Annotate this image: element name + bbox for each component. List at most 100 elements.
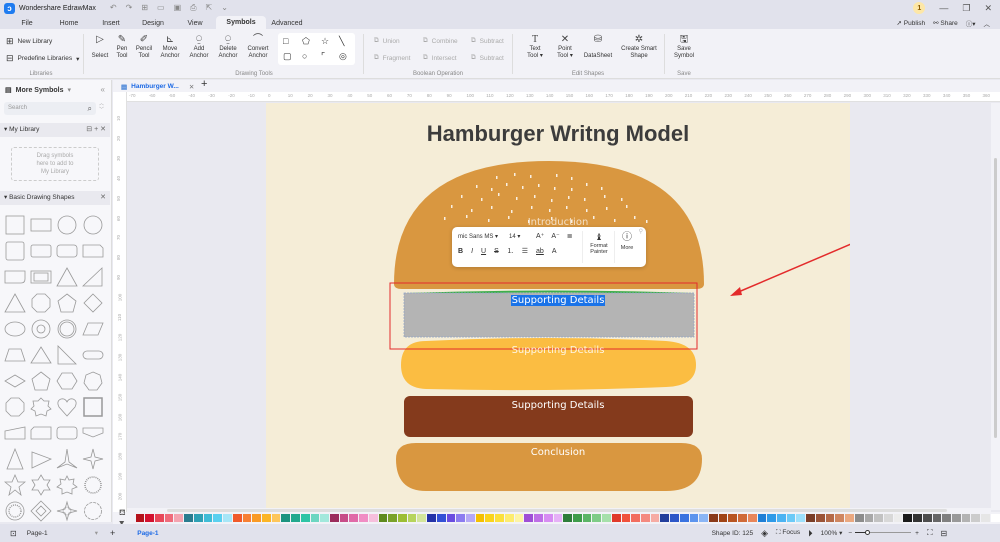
arc-shape-icon[interactable]: ⌜ <box>321 51 325 62</box>
subtract-button[interactable]: ⧉ Subtract <box>471 37 504 45</box>
color-swatch[interactable] <box>650 514 660 522</box>
menu-advanced[interactable]: Advanced <box>266 20 308 29</box>
font-size-select[interactable]: 14 ▾ <box>509 233 529 240</box>
circle-shape-icon[interactable] <box>82 214 104 236</box>
notification-badge[interactable]: 1 <box>913 2 926 14</box>
font-family-select[interactable]: mic Sans MS ▾ <box>458 233 502 240</box>
six-point-star-shape-icon[interactable] <box>30 474 52 496</box>
fit-page-icon[interactable]: ⊟ <box>941 529 948 538</box>
pentagon-shape-icon[interactable] <box>30 370 52 392</box>
tall-triangle-shape-icon[interactable] <box>4 448 26 470</box>
color-swatch[interactable] <box>796 514 806 522</box>
bold-icon[interactable]: B <box>458 248 463 255</box>
zoom-in-icon[interactable]: + <box>915 530 919 537</box>
color-swatch[interactable] <box>767 514 777 522</box>
color-swatch[interactable] <box>757 514 767 522</box>
color-swatch[interactable] <box>135 514 145 522</box>
color-swatch[interactable] <box>281 514 291 522</box>
frame-shape-icon[interactable] <box>30 266 52 288</box>
color-swatch[interactable] <box>553 514 563 522</box>
point-tool-button[interactable]: ✕ Point Tool ▾ <box>553 34 577 60</box>
menu-symbols[interactable]: Symbols <box>216 16 266 29</box>
move-anchor-button[interactable]: ⊾ Move Anchor <box>158 34 182 60</box>
color-swatch[interactable] <box>213 514 223 522</box>
color-swatch[interactable] <box>339 514 349 522</box>
color-swatch[interactable] <box>718 514 728 522</box>
color-swatch[interactable] <box>514 514 524 522</box>
zoom-select[interactable]: 100% ▾ <box>821 529 843 537</box>
color-swatch[interactable] <box>971 514 981 522</box>
capsule-shape-icon[interactable] <box>82 344 104 366</box>
page-tab[interactable]: Page-1 <box>137 530 158 537</box>
layer-label-patty[interactable]: Supporting Details <box>266 400 850 411</box>
intersect-button[interactable]: ⧉ Intersect <box>423 54 457 62</box>
menu-design[interactable]: Design <box>132 20 174 29</box>
predefine-libraries-button[interactable]: ⊟ Predefine Libraries ▾ <box>6 53 79 64</box>
color-swatch[interactable] <box>961 514 971 522</box>
text-highlight-icon[interactable]: ab <box>536 248 544 255</box>
three-point-star-shape-icon[interactable] <box>56 448 78 470</box>
layer-label-cheese[interactable]: Supporting Details <box>266 345 850 356</box>
color-swatch[interactable] <box>524 514 534 522</box>
close-section-icon[interactable]: ✕ <box>100 126 106 133</box>
color-swatch[interactable] <box>913 514 922 522</box>
focus-button[interactable]: ⛶ Focus <box>776 529 800 537</box>
new-library-button[interactable]: ⊞ New Library <box>6 36 52 47</box>
color-swatch[interactable] <box>602 514 611 522</box>
publish-button[interactable]: ➚ Publish <box>897 19 926 27</box>
parallelogram-shape-icon[interactable] <box>82 318 104 340</box>
color-swatch[interactable] <box>407 514 417 522</box>
rounded-square-shape-icon[interactable] <box>4 240 26 262</box>
color-swatch[interactable] <box>184 514 193 522</box>
basic-drawing-shapes-section[interactable]: ▾ Basic Drawing Shapes ✕ <box>0 191 110 205</box>
color-swatch[interactable] <box>446 514 456 522</box>
search-icon[interactable]: ⌕ <box>88 102 92 115</box>
color-swatch[interactable] <box>563 514 572 522</box>
color-swatch[interactable] <box>990 514 1000 522</box>
ring-burst-shape-icon[interactable] <box>4 500 26 522</box>
color-swatch[interactable] <box>932 514 942 522</box>
save-icon[interactable]: ▣ <box>174 3 182 13</box>
page-selector[interactable]: Page-1 <box>27 530 77 537</box>
diamond-in-circle-shape-icon[interactable] <box>30 500 52 522</box>
strikethrough-icon[interactable]: S <box>494 248 499 255</box>
color-swatch[interactable] <box>825 514 835 522</box>
scroll-updown-icon[interactable]: ︿ ﹀ <box>99 101 104 113</box>
color-swatch[interactable] <box>475 514 485 522</box>
document-tab[interactable]: ▤ Hamburger W... ✕ <box>121 81 194 92</box>
octagon-shape-icon[interactable] <box>30 292 52 314</box>
create-smart-shape-button[interactable]: ✲ Create Smart Shape <box>617 34 661 60</box>
star-shape-icon[interactable]: ☆ <box>321 36 329 47</box>
color-swatch[interactable] <box>747 514 757 522</box>
undo-icon[interactable]: ↶ <box>110 3 117 13</box>
color-swatch[interactable] <box>922 514 932 522</box>
underline-icon[interactable]: U <box>481 248 486 255</box>
triangle-shape-icon[interactable] <box>4 292 26 314</box>
color-swatch[interactable] <box>291 514 300 522</box>
color-swatch[interactable] <box>388 514 397 522</box>
color-swatch[interactable] <box>398 514 407 522</box>
combine-button[interactable]: ⧉ Combine <box>423 37 458 45</box>
collapse-ribbon-icon[interactable]: ︿ <box>984 18 991 28</box>
color-swatch[interactable] <box>349 514 359 522</box>
burst-shape-icon[interactable] <box>82 474 104 496</box>
rounded-rectangle-shape-icon[interactable] <box>30 240 52 262</box>
pen-tool-button[interactable]: ✎ Pen Tool <box>114 34 130 60</box>
color-swatch[interactable] <box>864 514 874 522</box>
rounded-rectangle-shape-icon[interactable] <box>56 422 78 444</box>
subtract-2-button[interactable]: ⧉ Subtract <box>471 54 504 62</box>
pencil-tool-button[interactable]: ✐ Pencil Tool <box>134 34 154 60</box>
octagon-shape-icon[interactable] <box>4 396 26 418</box>
color-swatch[interactable] <box>232 514 242 522</box>
color-swatch[interactable] <box>893 514 903 522</box>
more-button[interactable]: ⓘ More <box>616 231 638 251</box>
color-swatch[interactable] <box>359 514 368 522</box>
play-icon[interactable]: ⏵ <box>808 528 813 539</box>
color-swatch[interactable] <box>203 514 213 522</box>
more-symbols-header[interactable]: ▤ More Symbols ▾ <box>5 86 71 95</box>
color-swatch[interactable] <box>611 514 621 522</box>
page-dropdown-icon[interactable]: ▾ <box>95 529 98 537</box>
text-tool-button[interactable]: T Text Tool ▾ <box>523 34 547 60</box>
rounded-rectangle-shape-icon[interactable] <box>56 240 78 262</box>
zoom-out-icon[interactable]: − <box>848 530 852 537</box>
